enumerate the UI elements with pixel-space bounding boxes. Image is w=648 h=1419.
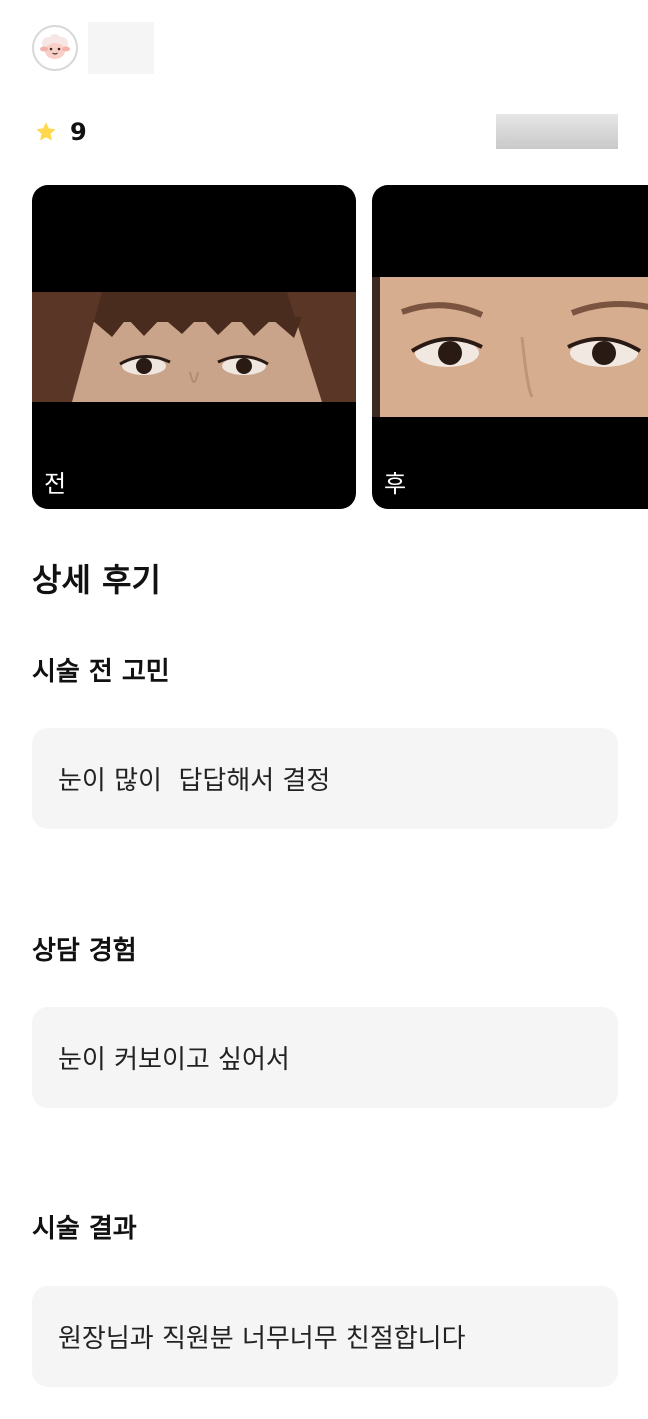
before-photo[interactable]: 전	[32, 185, 356, 509]
rating-value: 9	[70, 118, 87, 146]
review-header	[32, 22, 154, 74]
after-eyes-image	[372, 277, 648, 417]
before-label: 전	[44, 470, 67, 498]
concern-title: 시술 전 고민	[32, 657, 170, 687]
sheep-avatar-icon	[36, 29, 74, 67]
star-icon	[36, 122, 56, 141]
consultation-answer: 눈이 커보이고 싶어서	[32, 1007, 618, 1108]
date-redacted	[496, 114, 618, 149]
after-label: 후	[384, 470, 407, 498]
review-heading: 상세 후기	[32, 561, 161, 599]
result-title: 시술 결과	[32, 1214, 137, 1244]
concern-answer: 눈이 많이 답답해서 결정	[32, 728, 618, 829]
review-page: 9 전 후 상세 후기 시술 전 고민 눈이 많이 답답해서 결정 상담 경험 …	[0, 0, 648, 1419]
after-photo[interactable]: 후	[372, 185, 648, 509]
consultation-title: 상담 경험	[32, 936, 137, 966]
username-redacted	[88, 22, 154, 74]
before-eyes-image	[32, 292, 356, 402]
result-answer: 원장님과 직원분 너무너무 친절합니다	[32, 1286, 618, 1387]
avatar[interactable]	[32, 25, 78, 71]
rating-row: 9	[34, 114, 618, 150]
